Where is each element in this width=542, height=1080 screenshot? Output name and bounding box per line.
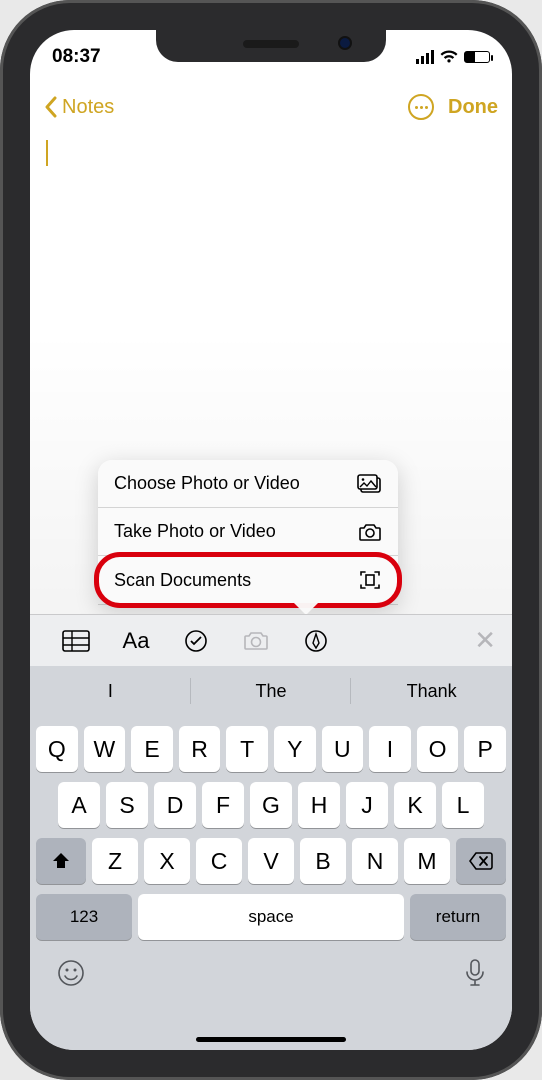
- chevron-left-icon: [44, 96, 58, 118]
- key-p[interactable]: P: [464, 726, 506, 772]
- toolbar-close-button[interactable]: ✕: [474, 625, 496, 656]
- toolbar-table-button[interactable]: [46, 630, 106, 652]
- key-o[interactable]: O: [417, 726, 459, 772]
- table-icon: [62, 630, 90, 652]
- text-format-icon: Aa: [123, 628, 150, 654]
- toolbar-checklist-button[interactable]: [166, 629, 226, 653]
- camera-icon: [358, 522, 382, 542]
- keyboard: I The Thank Q W E R T Y U I O P A S D F: [30, 666, 512, 1050]
- key-i[interactable]: I: [369, 726, 411, 772]
- key-t[interactable]: T: [226, 726, 268, 772]
- done-button[interactable]: Done: [448, 96, 498, 119]
- key-m[interactable]: M: [404, 838, 450, 884]
- more-options-button[interactable]: [408, 94, 434, 120]
- shift-icon: [51, 851, 71, 871]
- key-space[interactable]: space: [138, 894, 404, 940]
- camera-icon: [243, 630, 269, 652]
- key-k[interactable]: K: [394, 782, 436, 828]
- notes-toolbar: Aa ✕: [30, 614, 512, 666]
- key-q[interactable]: Q: [36, 726, 78, 772]
- toolbar-text-format-button[interactable]: Aa: [106, 628, 166, 654]
- scan-document-icon: [358, 569, 382, 591]
- key-w[interactable]: W: [84, 726, 126, 772]
- key-l[interactable]: L: [442, 782, 484, 828]
- key-s[interactable]: S: [106, 782, 148, 828]
- nav-bar: Notes Done: [30, 84, 512, 130]
- prediction-1[interactable]: I: [30, 666, 191, 716]
- wifi-icon: [440, 50, 458, 64]
- key-x[interactable]: X: [144, 838, 190, 884]
- key-j[interactable]: J: [346, 782, 388, 828]
- checklist-icon: [184, 629, 208, 653]
- emoji-button[interactable]: [56, 958, 86, 993]
- key-a[interactable]: A: [58, 782, 100, 828]
- home-indicator[interactable]: [196, 1037, 346, 1042]
- menu-item-label: Choose Photo or Video: [114, 473, 300, 494]
- key-v[interactable]: V: [248, 838, 294, 884]
- key-h[interactable]: H: [298, 782, 340, 828]
- text-cursor: [46, 140, 48, 166]
- key-shift[interactable]: [36, 838, 86, 884]
- predictive-text-bar: I The Thank: [30, 666, 512, 716]
- emoji-icon: [56, 958, 86, 988]
- menu-item-choose-photo[interactable]: Choose Photo or Video: [98, 460, 398, 508]
- toolbar-markup-button[interactable]: [286, 629, 346, 653]
- key-c[interactable]: C: [196, 838, 242, 884]
- prediction-3[interactable]: Thank: [351, 666, 512, 716]
- dictation-button[interactable]: [464, 958, 486, 993]
- key-b[interactable]: B: [300, 838, 346, 884]
- menu-item-scan-documents[interactable]: Scan Documents: [98, 556, 398, 605]
- backspace-icon: [469, 852, 493, 870]
- key-y[interactable]: Y: [274, 726, 316, 772]
- toolbar-camera-button[interactable]: [226, 630, 286, 652]
- battery-icon: [464, 51, 490, 63]
- menu-item-label: Take Photo or Video: [114, 521, 276, 542]
- microphone-icon: [464, 958, 486, 988]
- key-z[interactable]: Z: [92, 838, 138, 884]
- close-icon: ✕: [474, 625, 496, 655]
- key-r[interactable]: R: [179, 726, 221, 772]
- menu-item-label: Scan Documents: [114, 570, 251, 591]
- markup-pen-icon: [304, 629, 328, 653]
- cellular-signal-icon: [416, 50, 434, 64]
- photo-library-icon: [356, 474, 382, 494]
- prediction-2[interactable]: The: [191, 666, 352, 716]
- back-button[interactable]: Notes: [44, 96, 114, 119]
- key-number-toggle[interactable]: 123: [36, 894, 132, 940]
- key-return[interactable]: return: [410, 894, 506, 940]
- key-n[interactable]: N: [352, 838, 398, 884]
- status-time: 08:37: [52, 46, 101, 68]
- menu-item-take-photo[interactable]: Take Photo or Video: [98, 508, 398, 556]
- key-backspace[interactable]: [456, 838, 506, 884]
- key-d[interactable]: D: [154, 782, 196, 828]
- key-g[interactable]: G: [250, 782, 292, 828]
- back-label: Notes: [62, 96, 114, 119]
- key-e[interactable]: E: [131, 726, 173, 772]
- attachment-menu: Choose Photo or Video Take Photo or Vide…: [98, 460, 398, 605]
- key-u[interactable]: U: [322, 726, 364, 772]
- key-f[interactable]: F: [202, 782, 244, 828]
- status-indicators: [416, 50, 490, 64]
